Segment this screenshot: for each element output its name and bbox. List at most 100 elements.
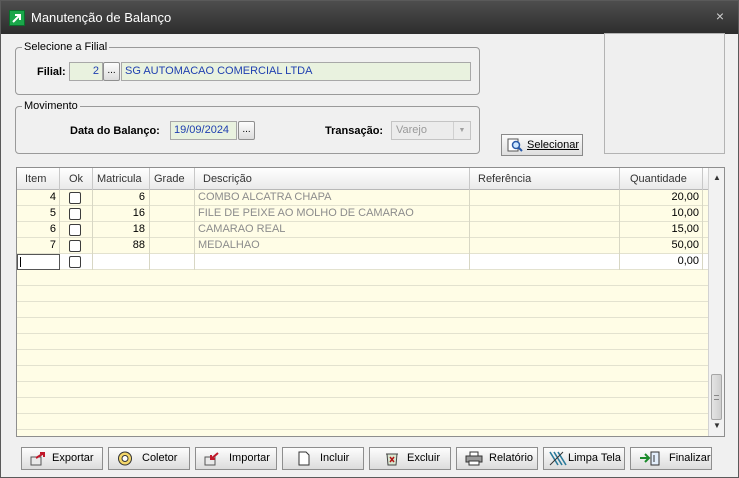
cell-descricao: FILE DE PEIXE AO MOLHO DE CAMARAO bbox=[195, 206, 470, 222]
cell-descricao: MEDALHAO bbox=[195, 238, 470, 254]
cell-item: 6 bbox=[17, 222, 60, 238]
ok-checkbox[interactable] bbox=[69, 256, 81, 268]
cell-matricula: 18 bbox=[93, 222, 150, 238]
empty-row bbox=[17, 334, 709, 350]
incluir-label: Incluir bbox=[320, 452, 350, 464]
search-icon bbox=[507, 138, 523, 160]
table-row[interactable]: 7 88 MEDALHAO 50,00 bbox=[17, 238, 709, 254]
cell-grade bbox=[150, 206, 195, 222]
scroll-up-icon[interactable]: ▲ bbox=[709, 170, 724, 186]
empty-row bbox=[17, 398, 709, 414]
transacao-label: Transação: bbox=[325, 125, 384, 137]
selecionar-label: Selecionar bbox=[527, 139, 579, 151]
limpa-tela-button[interactable]: Limpa Tela bbox=[543, 447, 625, 470]
cell-descricao: COMBO ALCATRA CHAPA bbox=[195, 190, 470, 206]
close-button[interactable]: × bbox=[712, 8, 728, 24]
empty-row bbox=[17, 366, 709, 382]
cell-quantidade: 15,00 bbox=[620, 222, 703, 238]
cell-grade bbox=[150, 222, 195, 238]
image-panel bbox=[604, 33, 725, 154]
cell-referencia bbox=[470, 190, 620, 206]
data-balanco-button[interactable]: ... bbox=[238, 121, 255, 140]
grid-body: 4 6 COMBO ALCATRA CHAPA 20,00 5 16 FILE … bbox=[17, 190, 709, 436]
col-header-quantidade[interactable]: Quantidade bbox=[620, 168, 703, 190]
col-header-referencia[interactable]: Referência bbox=[470, 168, 620, 190]
app-logo-icon bbox=[9, 10, 25, 26]
filial-group-legend: Selecione a Filial bbox=[24, 41, 108, 53]
coletor-label: Coletor bbox=[142, 452, 178, 464]
item-edit-input[interactable] bbox=[17, 254, 60, 270]
relatorio-label: Relatório bbox=[489, 452, 534, 464]
excluir-label: Excluir bbox=[407, 452, 441, 464]
empty-row bbox=[17, 414, 709, 430]
empty-row bbox=[17, 382, 709, 398]
filial-label: Filial: bbox=[37, 66, 66, 78]
cell-referencia bbox=[470, 206, 620, 222]
cell-item: 4 bbox=[17, 190, 60, 206]
cell-grade bbox=[150, 254, 195, 270]
cell-referencia bbox=[470, 238, 620, 254]
data-balanco-label: Data do Balanço: bbox=[70, 125, 160, 137]
filial-name-field: SG AUTOMACAO COMERCIAL LTDA bbox=[121, 62, 471, 81]
coletor-button[interactable]: Coletor bbox=[108, 447, 190, 470]
scroll-down-icon[interactable]: ▼ bbox=[709, 418, 724, 434]
grid-header: Item Ok Matricula Grade Descrição Referê… bbox=[17, 168, 709, 190]
empty-row bbox=[17, 270, 709, 286]
col-header-descricao[interactable]: Descrição bbox=[195, 168, 470, 190]
filial-code-field[interactable]: 2 bbox=[69, 62, 103, 81]
cell-referencia bbox=[470, 222, 620, 238]
finish-icon bbox=[639, 451, 661, 474]
table-row[interactable]: 6 18 CAMARAO REAL 15,00 bbox=[17, 222, 709, 238]
cell-quantidade: 50,00 bbox=[620, 238, 703, 254]
new-entry-row[interactable]: 0,00 bbox=[17, 254, 709, 270]
selecionar-button[interactable]: Selecionar bbox=[501, 134, 583, 156]
grid-vertical-scrollbar[interactable]: ▲ ▼ bbox=[708, 168, 724, 436]
title-bar: Manutenção de Balanço × bbox=[1, 1, 738, 34]
importar-label: Importar bbox=[229, 452, 270, 464]
balanco-window: Manutenção de Balanço × Selecione a Fili… bbox=[0, 0, 739, 478]
col-header-matricula[interactable]: Matricula bbox=[93, 168, 150, 190]
ok-checkbox[interactable] bbox=[69, 192, 81, 204]
table-row[interactable]: 4 6 COMBO ALCATRA CHAPA 20,00 bbox=[17, 190, 709, 206]
exportar-button[interactable]: Exportar bbox=[21, 447, 103, 470]
cell-item: 5 bbox=[17, 206, 60, 222]
cell-quantidade: 10,00 bbox=[620, 206, 703, 222]
scroll-thumb[interactable] bbox=[711, 374, 722, 420]
exportar-label: Exportar bbox=[52, 452, 94, 464]
empty-row bbox=[17, 318, 709, 334]
chevron-down-icon: ▼ bbox=[453, 122, 470, 139]
cell-matricula: 88 bbox=[93, 238, 150, 254]
importar-button[interactable]: Importar bbox=[195, 447, 277, 470]
cell-matricula: 6 bbox=[93, 190, 150, 206]
excluir-button[interactable]: Excluir bbox=[369, 447, 451, 470]
cell-matricula: 16 bbox=[93, 206, 150, 222]
limpa-tela-label: Limpa Tela bbox=[568, 452, 621, 464]
ok-checkbox[interactable] bbox=[69, 240, 81, 252]
empty-row bbox=[17, 286, 709, 302]
transacao-select[interactable]: Varejo ▼ bbox=[391, 121, 471, 140]
cell-grade bbox=[150, 238, 195, 254]
new-document-icon bbox=[297, 451, 311, 474]
filial-lookup-button[interactable]: ... bbox=[103, 62, 120, 81]
table-row[interactable]: 5 16 FILE DE PEIXE AO MOLHO DE CAMARAO 1… bbox=[17, 206, 709, 222]
import-icon bbox=[204, 451, 222, 474]
delete-icon bbox=[384, 451, 400, 474]
cell-referencia bbox=[470, 254, 620, 270]
cell-grade bbox=[150, 190, 195, 206]
items-grid[interactable]: Item Ok Matricula Grade Descrição Referê… bbox=[16, 167, 725, 437]
data-balanco-field[interactable]: 19/09/2024 bbox=[170, 121, 237, 140]
transacao-value: Varejo bbox=[396, 124, 427, 136]
ok-checkbox[interactable] bbox=[69, 224, 81, 236]
empty-row bbox=[17, 302, 709, 318]
collector-icon bbox=[117, 451, 135, 474]
ok-checkbox[interactable] bbox=[69, 208, 81, 220]
incluir-button[interactable]: Incluir bbox=[282, 447, 364, 470]
col-header-item[interactable]: Item bbox=[17, 168, 60, 190]
movimento-group-legend: Movimento bbox=[24, 100, 78, 112]
col-header-ok[interactable]: Ok bbox=[60, 168, 93, 190]
col-header-grade[interactable]: Grade bbox=[150, 168, 195, 190]
export-icon bbox=[30, 451, 48, 474]
relatorio-button[interactable]: Relatório bbox=[456, 447, 538, 470]
printer-icon bbox=[465, 451, 483, 474]
finalizar-button[interactable]: Finalizar bbox=[630, 447, 712, 470]
